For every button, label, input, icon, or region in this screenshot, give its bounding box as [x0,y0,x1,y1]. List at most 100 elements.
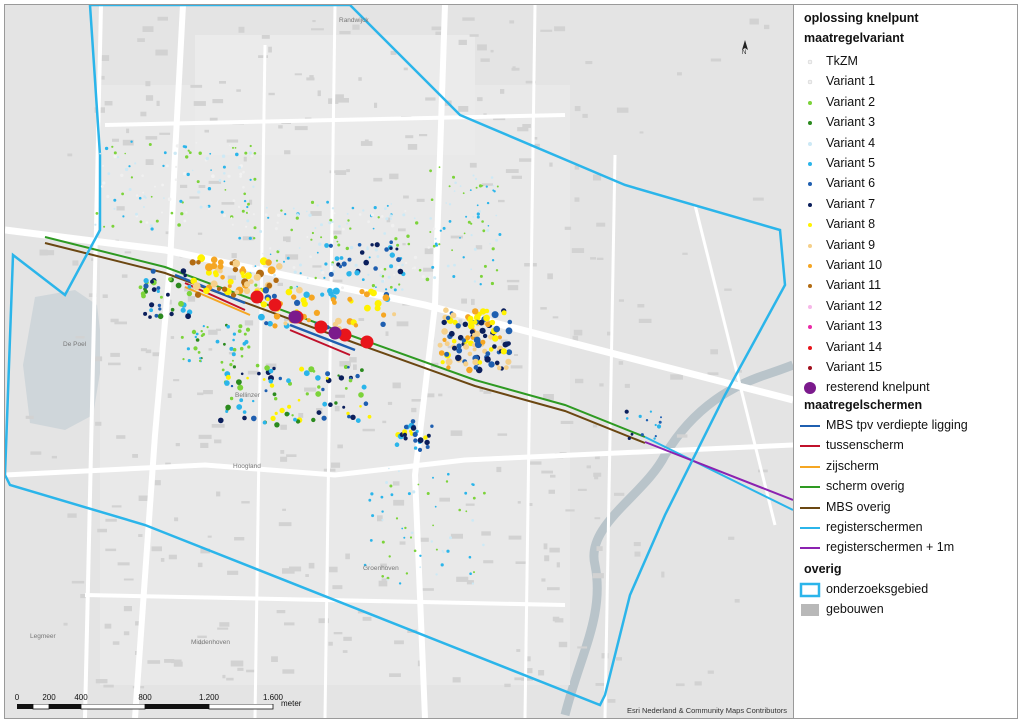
knelpunt-point [478,210,481,213]
map-canvas[interactable] [5,5,793,718]
building [577,646,588,649]
knelpunt-point [230,217,233,220]
knelpunt-point [207,187,212,191]
knelpunt-point [482,229,486,233]
knelpunt-point [478,184,483,188]
knelpunt-point [435,573,438,576]
building [67,153,73,157]
knelpunt-point [173,151,177,155]
knelpunt-point [491,335,499,342]
knelpunt-point [196,260,201,265]
knelpunt-point [476,204,479,207]
building [311,28,324,31]
building [97,528,107,533]
knelpunt-point [138,285,143,290]
knelpunt-point [142,206,145,208]
knelpunt-point [253,152,257,155]
knelpunt-point [142,191,145,194]
knelpunt-point [413,438,418,443]
knelpunt-point [349,245,354,250]
knelpunt-point [393,288,397,292]
building [168,554,177,560]
knelpunt-point [345,246,349,251]
knelpunt-point [157,303,162,308]
knelpunt-point [215,339,220,344]
knelpunt-point [200,330,203,333]
building [160,558,165,562]
knelpunt-point [225,410,229,413]
legend-symbol [800,425,820,427]
building [490,49,494,53]
knelpunt-point [358,392,364,398]
knelpunt-point [210,280,218,288]
legend-label: Variant 3 [826,115,876,130]
knelpunt-point [220,275,225,280]
knelpunt-point [412,490,416,494]
knelpunt-point [241,209,245,213]
knelpunt-point [250,290,264,304]
building [517,127,529,132]
building [378,580,388,587]
knelpunt-point [209,152,212,155]
place-label: Hoogland [233,463,261,470]
knelpunt-point [462,192,465,195]
knelpunt-point [381,510,384,513]
building [515,561,527,564]
building [111,505,122,508]
building [247,370,259,375]
knelpunt-point [394,237,398,241]
building [343,636,352,641]
knelpunt-point [144,196,147,199]
legend-symbol [808,366,812,370]
legend-label: gebouwen [826,602,884,617]
building [241,501,250,504]
knelpunt-point [374,242,380,248]
map-view[interactable]: Randwijck De Poel Bellinzer Hoogland Gro… [5,5,794,718]
knelpunt-point [287,404,292,409]
building [212,99,224,104]
knelpunt-point [188,151,192,155]
building [574,106,581,112]
legend-symbol [808,100,812,105]
knelpunt-point [653,437,656,440]
knelpunt-point [186,347,190,351]
knelpunt-point [311,231,314,235]
building [385,331,389,336]
knelpunt-point [161,183,165,187]
knelpunt-point [231,223,234,226]
knelpunt-point [253,273,261,281]
knelpunt-point [243,287,251,295]
knelpunt-point [355,373,360,379]
building [156,100,160,106]
building [102,294,108,298]
building [358,77,362,81]
knelpunt-point [150,279,154,284]
building [548,489,555,494]
building [116,206,125,211]
knelpunt-point [363,291,370,298]
building [353,364,357,370]
legend-symbol [807,59,813,65]
knelpunt-point [489,319,496,326]
knelpunt-point [299,272,302,275]
knelpunt-point [342,227,345,231]
legend-item: onderzoeksgebied [795,580,1015,600]
knelpunt-point [404,210,407,212]
knelpunt-point [407,242,411,246]
knelpunt-point [381,540,385,544]
building [140,111,147,117]
knelpunt-point [448,220,452,223]
building [403,67,408,71]
building [392,481,400,486]
building [214,439,222,444]
building [516,649,521,652]
knelpunt-point [472,216,475,218]
building [244,320,254,326]
knelpunt-point [182,145,186,148]
building [540,29,553,32]
knelpunt-point [104,146,109,151]
knelpunt-point [465,510,468,513]
building [219,81,226,84]
building [51,455,57,459]
knelpunt-point [381,518,384,522]
